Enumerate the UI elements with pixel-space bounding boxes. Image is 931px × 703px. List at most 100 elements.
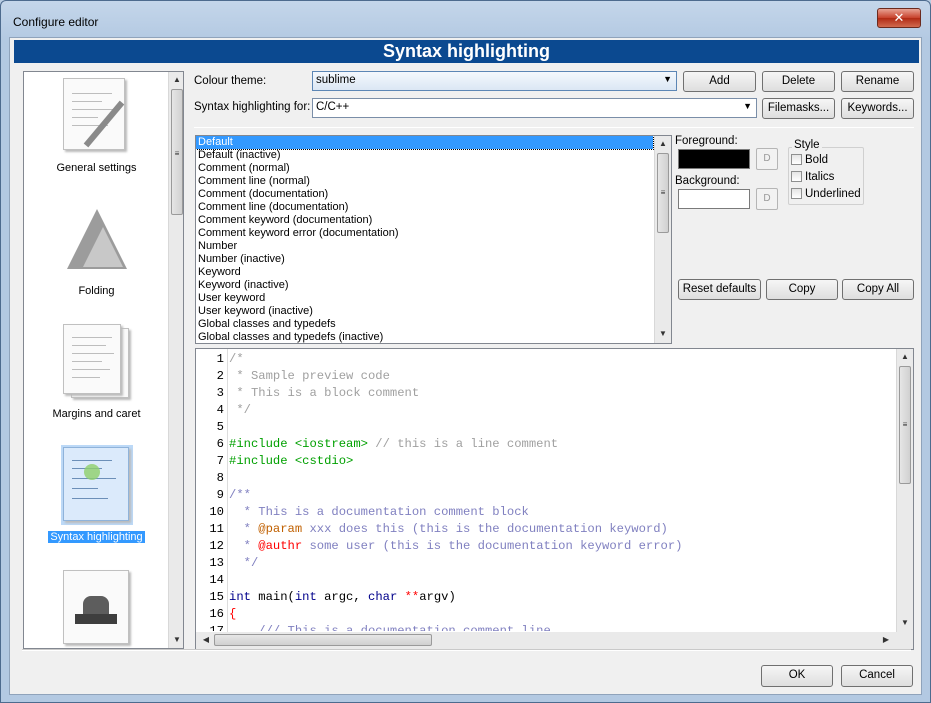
italics-checkbox-box[interactable] bbox=[791, 171, 802, 182]
code-line: 1 /* bbox=[196, 351, 896, 368]
code-text: #include <cstdio> bbox=[226, 453, 353, 470]
dialog-client: Syntax highlighting General settings Fol… bbox=[9, 37, 922, 695]
code-text: * This is a block comment bbox=[226, 385, 419, 402]
code-token: char bbox=[368, 590, 398, 604]
editor-scroll-down-arrow[interactable]: ▼ bbox=[897, 615, 913, 631]
italics-checkbox[interactable]: Italics bbox=[791, 171, 834, 183]
style-list-item[interactable]: Comment (normal) bbox=[196, 162, 653, 175]
code-line: 4 */ bbox=[196, 402, 896, 419]
code-token: some user (this is the documentation key… bbox=[302, 539, 683, 553]
filemasks-button[interactable]: Filemasks... bbox=[762, 98, 835, 119]
style-list-item[interactable]: Comment line (documentation) bbox=[196, 201, 653, 214]
nav-item-folding[interactable]: Folding bbox=[24, 199, 169, 297]
delete-theme-button[interactable]: Delete bbox=[762, 71, 835, 92]
code-token: */ bbox=[229, 403, 251, 417]
rename-theme-button[interactable]: Rename bbox=[841, 71, 914, 92]
style-list-item[interactable]: Keyword bbox=[196, 266, 653, 279]
code-token: /** bbox=[229, 488, 251, 502]
code-text: /// This is a documentation comment line bbox=[226, 623, 551, 631]
colour-theme-label: Colour theme: bbox=[194, 75, 267, 87]
ok-button[interactable]: OK bbox=[761, 665, 833, 687]
editor-scroll-up-arrow[interactable]: ▲ bbox=[897, 349, 913, 365]
editor-hscroll-thumb[interactable] bbox=[214, 634, 432, 646]
nav-item-general-settings[interactable]: General settings bbox=[24, 76, 169, 174]
nav-label-syntax-highlighting: Syntax highlighting bbox=[48, 531, 145, 543]
code-token: * This is a documentation comment block bbox=[229, 505, 529, 519]
editor-horizontal-scrollbar[interactable]: ◀ ▶ bbox=[196, 632, 913, 649]
bold-checkbox[interactable]: Bold bbox=[791, 154, 828, 166]
style-list-item[interactable]: User keyword (inactive) bbox=[196, 305, 653, 318]
code-token: int bbox=[294, 590, 317, 604]
line-number: 15 bbox=[209, 590, 224, 604]
style-list-item[interactable]: Number (inactive) bbox=[196, 253, 653, 266]
code-text: * Sample preview code bbox=[226, 368, 390, 385]
code-preview-editor[interactable]: 1/* 2 * Sample preview code 3 * This is a … bbox=[195, 348, 914, 650]
code-line: 14 bbox=[196, 572, 896, 589]
nav-item-margins-and-caret[interactable]: Margins and caret bbox=[24, 322, 169, 420]
style-list-item[interactable]: Default (inactive) bbox=[196, 149, 653, 162]
copy-button[interactable]: Copy bbox=[766, 279, 838, 300]
style-list-scrollbar[interactable]: ▲ ≡ ▼ bbox=[654, 136, 671, 343]
style-list-item[interactable]: Comment keyword error (documentation) bbox=[196, 227, 653, 240]
foreground-color-swatch[interactable] bbox=[678, 149, 750, 169]
add-theme-button[interactable]: Add bbox=[683, 71, 756, 92]
line-number: 9 bbox=[216, 488, 224, 502]
nav-scrollbar[interactable]: ▲ ≡ ▼ bbox=[168, 72, 183, 648]
copy-all-button[interactable]: Copy All bbox=[842, 279, 914, 300]
close-button[interactable]: ✕ bbox=[877, 8, 921, 28]
section-divider bbox=[194, 127, 914, 128]
style-list-item[interactable]: Comment line (normal) bbox=[196, 175, 653, 188]
style-list[interactable]: Default Default (inactive) Comment (normal… bbox=[195, 135, 672, 344]
style-list-item[interactable]: Comment keyword (documentation) bbox=[196, 214, 653, 227]
nav-scroll-up-arrow[interactable]: ▲ bbox=[169, 72, 183, 88]
syntax-language-dropdown[interactable]: C/C++ ▼ bbox=[312, 98, 757, 118]
colour-theme-dropdown[interactable]: sublime ▼ bbox=[312, 71, 677, 91]
nav-item-stamp[interactable] bbox=[24, 568, 169, 648]
nav-item-syntax-highlighting[interactable]: Syntax highlighting bbox=[24, 445, 169, 543]
code-text: * @param xxx does this (this is the docu… bbox=[226, 521, 668, 538]
background-color-swatch[interactable] bbox=[678, 189, 750, 209]
line-number: 13 bbox=[209, 556, 224, 570]
code-text: * @authr some user (this is the document… bbox=[226, 538, 683, 555]
code-token: #include <cstdio> bbox=[229, 454, 354, 468]
code-area[interactable]: 1/* 2 * Sample preview code 3 * This is a … bbox=[196, 351, 896, 631]
style-list-rows: Default Default (inactive) Comment (normal… bbox=[196, 136, 671, 343]
style-list-item[interactable]: Comment (documentation) bbox=[196, 188, 653, 201]
style-list-item[interactable]: Default bbox=[196, 136, 654, 150]
style-list-item[interactable]: User keyword bbox=[196, 292, 653, 305]
dialog-window: Configure editor ✕ Syntax highlighting G… bbox=[0, 0, 931, 703]
general-settings-icon bbox=[61, 76, 133, 156]
nav-label-margins-and-caret: Margins and caret bbox=[52, 408, 141, 420]
underlined-checkbox-box[interactable] bbox=[791, 188, 802, 199]
cancel-button[interactable]: Cancel bbox=[841, 665, 913, 687]
reset-defaults-button[interactable]: Reset defaults bbox=[678, 279, 761, 300]
keywords-button[interactable]: Keywords... bbox=[841, 98, 914, 119]
code-token: @param bbox=[258, 522, 303, 536]
nav-scroll-down-arrow[interactable]: ▼ bbox=[169, 632, 183, 648]
style-scroll-down-arrow[interactable]: ▼ bbox=[655, 326, 671, 342]
code-token: // this is a line comment bbox=[367, 437, 559, 451]
title-bar[interactable]: Configure editor ✕ bbox=[1, 1, 930, 33]
line-number: 8 bbox=[216, 471, 224, 485]
nav-label-folding: Folding bbox=[78, 285, 115, 297]
style-list-item[interactable]: Global classes and typedefs bbox=[196, 318, 653, 331]
code-token: argv) bbox=[419, 590, 456, 604]
code-line: 12 * @authr some user (this is the docum… bbox=[196, 538, 896, 555]
background-default-button[interactable]: D bbox=[756, 188, 778, 210]
editor-scroll-right-arrow[interactable]: ▶ bbox=[878, 632, 894, 648]
code-line: 2 * Sample preview code bbox=[196, 368, 896, 385]
editor-scroll-left-arrow[interactable]: ◀ bbox=[198, 632, 214, 648]
bold-checkbox-box[interactable] bbox=[791, 154, 802, 165]
style-list-item[interactable]: Global classes and typedefs (inactive) bbox=[196, 331, 653, 343]
foreground-default-button[interactable]: D bbox=[756, 148, 778, 170]
code-token: xxx does this (this is the documentation… bbox=[302, 522, 668, 536]
syntax-language-value: C/C++ bbox=[316, 101, 350, 113]
editor-vertical-scrollbar[interactable]: ▲ ≡ ▼ bbox=[896, 349, 913, 632]
underlined-checkbox[interactable]: Underlined bbox=[791, 188, 861, 200]
style-list-item[interactable]: Keyword (inactive) bbox=[196, 279, 653, 292]
code-token: * Sample preview code bbox=[229, 369, 390, 383]
style-list-item[interactable]: Number bbox=[196, 240, 653, 253]
code-token: argc, bbox=[316, 590, 368, 604]
code-text: int main(int argc, char **argv) bbox=[226, 589, 456, 606]
style-scroll-up-arrow[interactable]: ▲ bbox=[655, 136, 671, 152]
